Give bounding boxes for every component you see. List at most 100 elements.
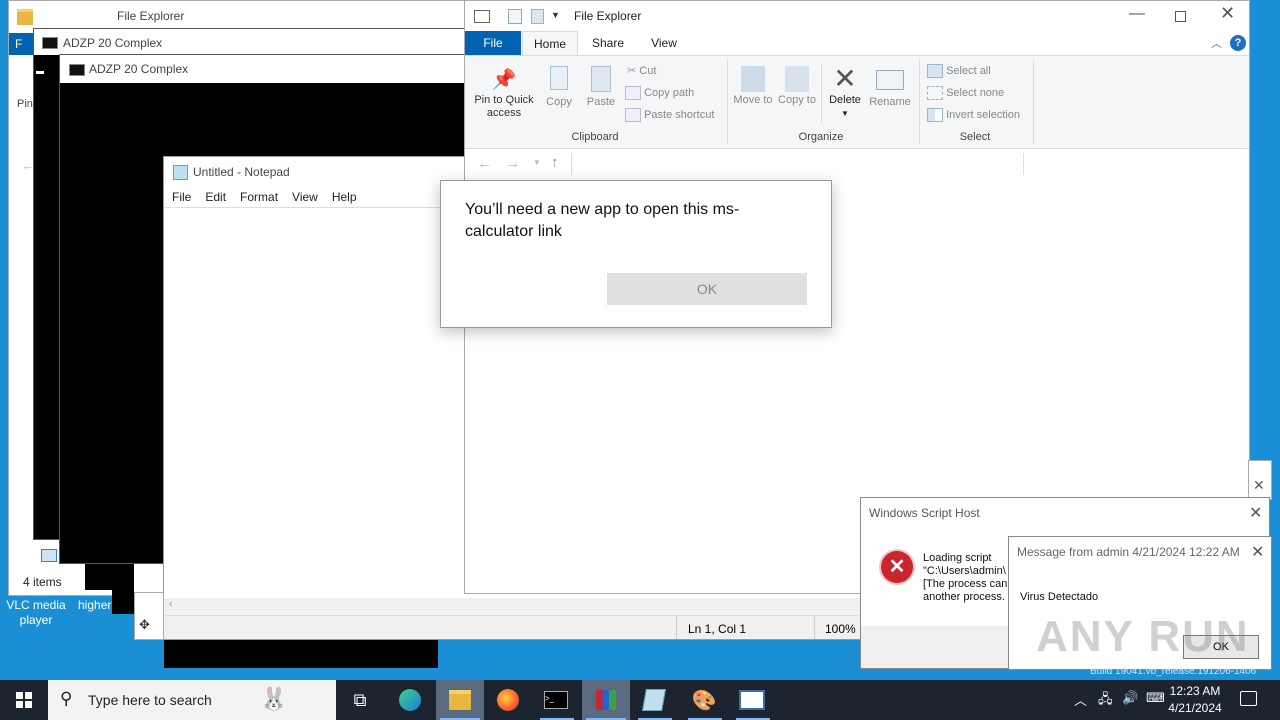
paste-shortcut-button[interactable]: Paste shortcut (625, 108, 714, 122)
move-to-icon (741, 66, 765, 92)
paint-taskbar-icon[interactable]: 🎨 (684, 680, 724, 720)
collapse-ribbon-icon[interactable]: ︿ (1211, 35, 1222, 51)
taskbar-search-box[interactable]: ⚲ Type here to search 🐰 (48, 680, 336, 720)
wsh-title: Windows Script Host (869, 506, 980, 520)
clock[interactable]: 12:23 AM 4/21/2024 (1162, 683, 1228, 717)
tab-file[interactable]: File (465, 31, 521, 55)
clock-time: 12:23 AM (1169, 684, 1221, 698)
copy-path-icon (625, 86, 641, 100)
admin-message-body: Virus Detectado (1020, 591, 1099, 603)
build-watermark: Build 19041.vb_release.191206-1406 (1090, 666, 1257, 677)
menu-view[interactable]: View (292, 190, 318, 204)
firefox-taskbar-icon[interactable] (488, 680, 528, 720)
cut-button[interactable]: ✂ Cut (627, 64, 656, 77)
console1-title: ADZP 20 Complex (63, 36, 163, 50)
navigation-bar: ← → ▼ ↑ (465, 149, 1249, 179)
status-position: Ln 1, Col 1 (688, 622, 747, 636)
copy-icon (550, 66, 568, 90)
app-dialog-message: You’ll need a new app to open this ms-ca… (465, 201, 740, 240)
tab-home[interactable]: Home (522, 31, 578, 55)
scroll-left-icon[interactable]: ‹ (169, 598, 173, 610)
select-none-icon (927, 86, 943, 100)
delete-button[interactable]: ✕ Delete ▼ (825, 64, 865, 120)
black-fragment (112, 564, 134, 614)
paste-icon (591, 66, 611, 92)
task-view-button[interactable]: ⧉ (340, 680, 380, 720)
tab-share[interactable]: Share (583, 31, 633, 55)
copy-path-button[interactable]: Copy path (625, 86, 694, 100)
admin-message-close-icon[interactable]: ✕ (1251, 542, 1264, 562)
select-group-label: Select (959, 131, 991, 143)
pin-label-back: Pin (17, 98, 33, 110)
select-all-button[interactable]: Select all (927, 64, 991, 78)
menu-edit[interactable]: Edit (205, 190, 226, 204)
select-none-button[interactable]: Select none (927, 86, 1004, 100)
nav-back-icon[interactable]: ← (477, 155, 492, 172)
menu-format[interactable]: Format (240, 190, 278, 204)
notepad-statusbar: Ln 1, Col 1 100% (164, 615, 862, 639)
minimize-button[interactable]: — (1129, 5, 1145, 23)
close-button[interactable]: ✕ (1220, 3, 1235, 24)
move-to-button[interactable]: Move to (733, 66, 773, 107)
cmd-taskbar-icon[interactable]: >_ (536, 680, 576, 720)
clock-date: 4/21/2024 (1168, 701, 1222, 715)
app-dialog-ok-button[interactable]: OK (607, 273, 807, 305)
taskbar: ⚲ Type here to search 🐰 ⧉ >_ 🎨 ︿ 🖧 🔊 ⌨ 1… (0, 680, 1280, 720)
start-button[interactable] (0, 680, 48, 720)
hidden-window-edge: ✕ (1248, 460, 1272, 500)
network-icon[interactable]: 🖧 (1098, 690, 1113, 712)
easter-search-art-icon: 🐰 (260, 686, 288, 711)
notepad-title: Untitled - Notepad (193, 165, 290, 179)
ribbon-tabs: File Home Share View ︿ ? (465, 31, 1249, 55)
app-needed-dialog: You’ll need a new app to open this ms-ca… (440, 180, 832, 328)
pin-quick-access-button[interactable]: 📌 Pin to Quick access (471, 66, 537, 120)
console-icon (42, 37, 58, 49)
copy-to-icon (785, 66, 809, 92)
volume-icon[interactable]: 🔊 (1122, 690, 1138, 706)
explorer-front-title: File Explorer (574, 9, 642, 23)
pin-icon: 📌 (491, 69, 517, 91)
winrar-taskbar-icon[interactable] (582, 680, 630, 720)
action-center-icon[interactable] (1240, 691, 1257, 706)
windows-logo-icon (16, 692, 32, 708)
invert-selection-button[interactable]: Invert selection (927, 108, 1020, 122)
view-icon[interactable] (41, 549, 57, 562)
help-icon[interactable]: ? (1230, 35, 1246, 51)
tab-view[interactable]: View (641, 31, 687, 55)
copy-to-button[interactable]: Copy to (777, 66, 817, 107)
nav-forward-icon[interactable]: → (505, 155, 520, 172)
error-icon: ✕ (881, 551, 913, 583)
close-icon[interactable]: ✕ (1253, 477, 1265, 494)
tray-overflow-icon[interactable]: ︿ (1074, 690, 1087, 709)
horizontal-scrollbar[interactable]: ‹ (164, 598, 862, 615)
new-folder-icon[interactable] (531, 9, 544, 24)
move-icon[interactable]: ✥ (139, 617, 150, 633)
nav-up-icon[interactable]: ↑ (551, 154, 559, 171)
qat-dropdown-icon[interactable]: ▼ (551, 10, 560, 20)
address-bar[interactable] (571, 153, 1024, 175)
paste-button[interactable]: Paste (583, 66, 619, 109)
console-icon (69, 64, 85, 76)
file-explorer-taskbar-icon[interactable] (436, 680, 484, 720)
wsh-close-icon[interactable]: ✕ (1249, 503, 1262, 523)
edge-taskbar-icon[interactable] (390, 680, 430, 720)
window-fragment: ✥ (134, 592, 164, 640)
black-fragment (164, 640, 438, 668)
search-box[interactable] (1023, 153, 1244, 175)
properties-icon[interactable] (508, 9, 522, 24)
scissors-icon: ✂ (627, 65, 637, 77)
recent-dropdown-icon[interactable]: ▼ (533, 158, 541, 167)
delete-icon: ✕ (833, 63, 857, 94)
menu-help[interactable]: Help (332, 190, 357, 204)
copy-button[interactable]: Copy (541, 66, 577, 109)
higher-desktop-label[interactable]: higher (78, 598, 111, 612)
notepad-icon (173, 165, 188, 180)
menu-file[interactable]: File (172, 190, 191, 204)
rename-button[interactable]: Rename (867, 66, 913, 109)
notepad-taskbar-icon[interactable] (634, 680, 674, 720)
invert-selection-icon (927, 108, 943, 122)
maximize-button[interactable] (1175, 11, 1186, 22)
script-host-taskbar-icon[interactable] (732, 680, 772, 720)
search-placeholder: Type here to search (88, 692, 212, 708)
vlc-desktop-icon[interactable]: VLC media player (2, 598, 70, 628)
